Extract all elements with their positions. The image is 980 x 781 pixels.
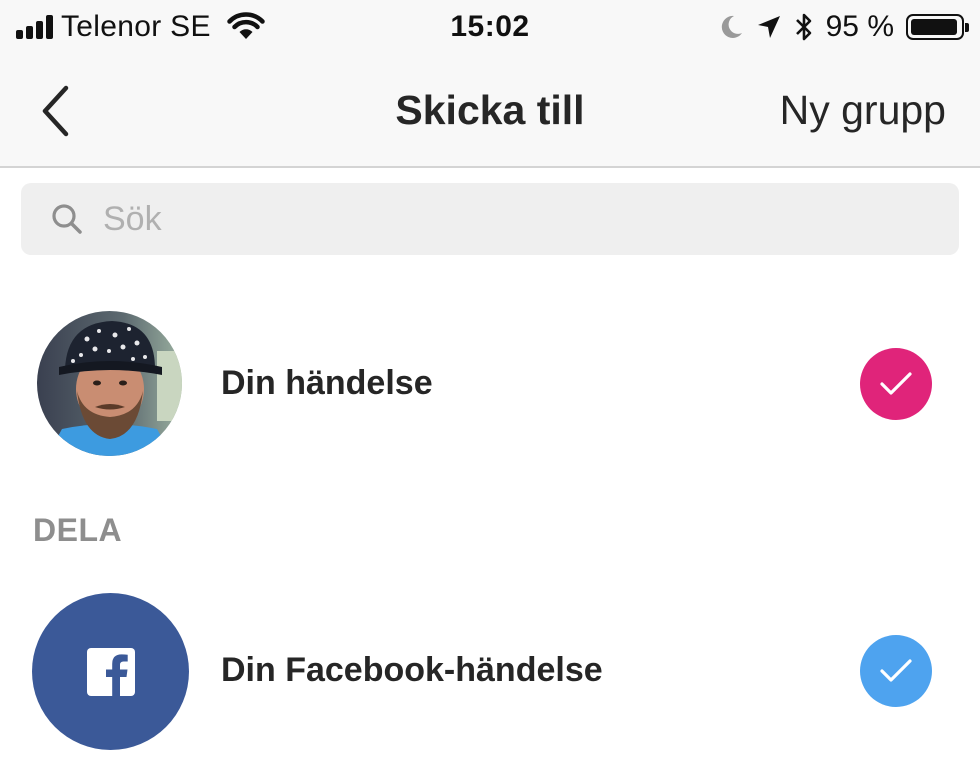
search-bar[interactable] — [21, 183, 959, 255]
navigation-bar: Skicka till Ny grupp — [0, 56, 980, 168]
share-section-header: DELA — [33, 512, 123, 548]
checkmark-icon — [880, 659, 912, 682]
facebook-story-row[interactable]: Din Facebook-händelse — [0, 592, 980, 752]
search-icon — [52, 204, 82, 234]
status-right: 95 % — [706, 10, 969, 44]
user-photo — [37, 311, 182, 456]
battery-icon — [906, 14, 969, 40]
search-input[interactable] — [101, 198, 905, 240]
facebook-icon — [86, 647, 135, 696]
bluetooth-icon — [795, 13, 811, 41]
checkmark-icon — [880, 372, 912, 395]
story-label: Din händelse — [221, 364, 433, 402]
location-icon — [757, 16, 780, 38]
facebook-checkbox[interactable] — [860, 635, 932, 707]
battery-percent: 95 % — [825, 10, 894, 43]
moon-icon — [721, 15, 742, 38]
facebook-avatar — [32, 593, 189, 750]
new-group-button[interactable]: Ny grupp — [780, 87, 946, 134]
story-checkbox[interactable] — [860, 348, 932, 420]
story-row[interactable]: Din händelse — [0, 305, 980, 465]
avatar — [37, 311, 182, 456]
status-bar: Telenor SE 15:02 95 % — [0, 0, 980, 56]
facebook-story-label: Din Facebook-händelse — [221, 651, 603, 689]
